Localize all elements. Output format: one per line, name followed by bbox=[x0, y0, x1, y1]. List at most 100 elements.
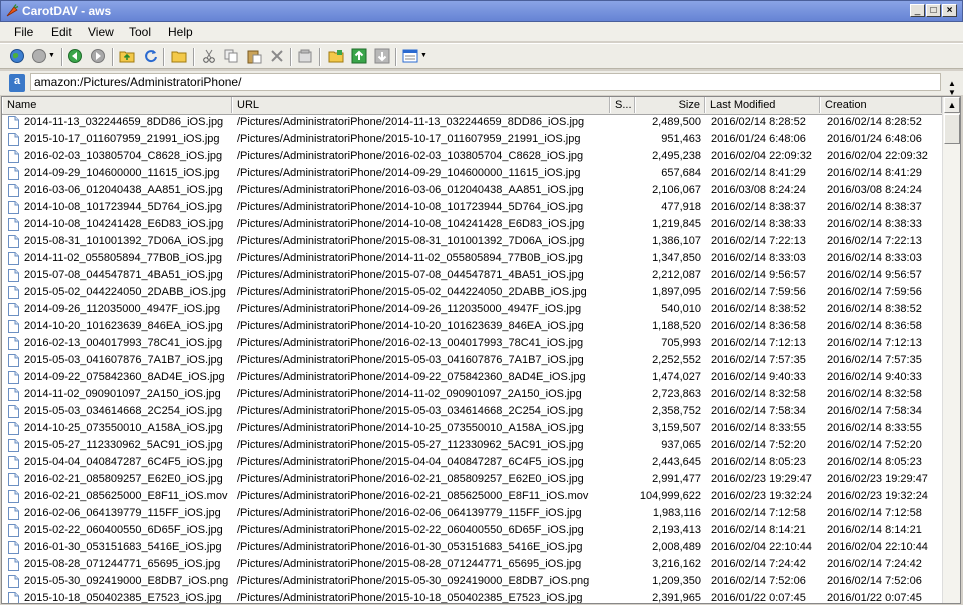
table-row[interactable]: 2015-05-30_092419000_E8DB7_iOS.png/Pictu… bbox=[2, 573, 942, 590]
menu-tool[interactable]: Tool bbox=[129, 25, 151, 39]
folder-green-icon[interactable] bbox=[328, 48, 344, 64]
table-row[interactable]: 2014-10-08_101723944_5D764_iOS.jpg/Pictu… bbox=[2, 199, 942, 216]
file-url: /Pictures/AdministratoriPhone/2014-10-20… bbox=[237, 320, 584, 332]
table-row[interactable]: 2015-02-22_060400550_6D65F_iOS.jpg/Pictu… bbox=[2, 522, 942, 539]
menu-file[interactable]: File bbox=[14, 25, 33, 39]
file-name: 2016-02-06_064139779_115FF_iOS.jpg bbox=[24, 507, 221, 519]
column-header-size[interactable]: Size bbox=[635, 97, 705, 113]
table-row[interactable]: 2016-02-03_103805704_C8628_iOS.jpg/Pictu… bbox=[2, 148, 942, 165]
file-rows: 2014-11-13_032244659_8DD86_iOS.jpg/Pictu… bbox=[2, 114, 942, 603]
file-size: 2,489,500 bbox=[652, 116, 701, 128]
table-row[interactable]: 2016-02-21_085625000_E8F11_iOS.mov/Pictu… bbox=[2, 488, 942, 505]
file-name: 2015-07-08_044547871_4BA51_iOS.jpg bbox=[24, 269, 223, 281]
paste-icon[interactable] bbox=[246, 48, 262, 64]
table-row[interactable]: 2014-09-26_112035000_4947F_iOS.jpg/Pictu… bbox=[2, 301, 942, 318]
file-size: 2,212,087 bbox=[652, 269, 701, 281]
file-url: /Pictures/AdministratoriPhone/2014-10-08… bbox=[237, 218, 585, 230]
file-icon bbox=[8, 422, 19, 435]
file-url: /Pictures/AdministratoriPhone/2015-05-30… bbox=[237, 575, 590, 587]
file-url: /Pictures/AdministratoriPhone/2015-07-08… bbox=[237, 269, 584, 281]
file-icon bbox=[8, 388, 19, 401]
file-icon bbox=[8, 507, 19, 520]
column-header-s[interactable]: S... bbox=[610, 97, 635, 113]
back-arrow-icon[interactable] bbox=[67, 48, 83, 64]
scroll-up-button[interactable]: ▲ bbox=[944, 97, 960, 113]
cut-scissors-icon[interactable] bbox=[201, 48, 217, 64]
menu-help[interactable]: Help bbox=[168, 25, 193, 39]
properties-icon[interactable] bbox=[297, 48, 313, 64]
file-name: 2015-10-17_011607959_21991_iOS.jpg bbox=[24, 133, 220, 145]
download-arrow-icon[interactable] bbox=[374, 48, 390, 64]
file-name: 2016-02-21_085809257_E62E0_iOS.jpg bbox=[24, 473, 223, 485]
table-row[interactable]: 2014-11-02_055805894_77B0B_iOS.jpg/Pictu… bbox=[2, 250, 942, 267]
close-button[interactable]: × bbox=[942, 4, 957, 17]
dropdown-arrow-icon[interactable]: ▼ bbox=[48, 52, 56, 68]
upload-arrow-icon[interactable] bbox=[351, 48, 367, 64]
vertical-scrollbar[interactable]: ▲ bbox=[942, 97, 960, 603]
table-row[interactable]: 2015-05-03_034614668_2C254_iOS.jpg/Pictu… bbox=[2, 403, 942, 420]
table-row[interactable]: 2014-09-29_104600000_11615_iOS.jpg/Pictu… bbox=[2, 165, 942, 182]
table-row[interactable]: 2015-08-31_101001392_7D06A_iOS.jpg/Pictu… bbox=[2, 233, 942, 250]
minimize-button[interactable]: _ bbox=[910, 4, 925, 17]
table-row[interactable]: 2015-05-02_044224050_2DABB_iOS.jpg/Pictu… bbox=[2, 284, 942, 301]
file-size: 1,983,116 bbox=[652, 507, 701, 519]
file-size: 1,209,350 bbox=[652, 575, 701, 587]
table-row[interactable]: 2014-11-02_090901097_2A150_iOS.jpg/Pictu… bbox=[2, 386, 942, 403]
table-row[interactable]: 2016-03-06_012040438_AA851_iOS.jpg/Pictu… bbox=[2, 182, 942, 199]
menu-view[interactable]: View bbox=[88, 25, 114, 39]
address-input[interactable] bbox=[30, 73, 941, 91]
file-creation: 2016/02/14 7:57:35 bbox=[827, 354, 922, 366]
table-row[interactable]: 2015-10-17_011607959_21991_iOS.jpg/Pictu… bbox=[2, 131, 942, 148]
copy-icon[interactable] bbox=[223, 48, 239, 64]
table-row[interactable]: 2014-10-25_073550010_A158A_iOS.jpg/Pictu… bbox=[2, 420, 942, 437]
file-name: 2015-04-04_040847287_6C4F5_iOS.jpg bbox=[24, 456, 223, 468]
table-row[interactable]: 2015-08-28_071244771_65695_iOS.jpg/Pictu… bbox=[2, 556, 942, 573]
file-url: /Pictures/AdministratoriPhone/2015-05-27… bbox=[237, 439, 584, 451]
file-last-modified: 2016/02/14 8:41:29 bbox=[711, 167, 806, 179]
forward-arrow-icon[interactable] bbox=[90, 48, 106, 64]
file-icon bbox=[8, 303, 19, 316]
column-header-last-modified[interactable]: Last Modified bbox=[705, 97, 820, 113]
up-folder-icon[interactable] bbox=[119, 48, 135, 64]
table-row[interactable]: 2015-04-04_040847287_6C4F5_iOS.jpg/Pictu… bbox=[2, 454, 942, 471]
table-row[interactable]: 2016-02-06_064139779_115FF_iOS.jpg/Pictu… bbox=[2, 505, 942, 522]
delete-x-icon[interactable] bbox=[269, 48, 285, 64]
file-url: /Pictures/AdministratoriPhone/2015-04-04… bbox=[237, 456, 584, 468]
file-name: 2016-01-30_053151683_5416E_iOS.jpg bbox=[24, 541, 222, 553]
table-row[interactable]: 2015-05-03_041607876_7A1B7_iOS.jpg/Pictu… bbox=[2, 352, 942, 369]
table-row[interactable]: 2015-07-08_044547871_4BA51_iOS.jpg/Pictu… bbox=[2, 267, 942, 284]
table-row[interactable]: 2014-10-20_101623639_846EA_iOS.jpg/Pictu… bbox=[2, 318, 942, 335]
table-row[interactable]: 2016-02-13_004017993_78C41_iOS.jpg/Pictu… bbox=[2, 335, 942, 352]
file-name: 2014-09-29_104600000_11615_iOS.jpg bbox=[24, 167, 220, 179]
file-creation: 2016/02/14 7:24:42 bbox=[827, 558, 922, 570]
refresh-icon[interactable] bbox=[143, 48, 159, 64]
view-mode-icon[interactable] bbox=[402, 48, 418, 64]
address-scroll-arrow-icon[interactable]: ▲ ▼ bbox=[948, 79, 958, 97]
file-icon bbox=[8, 558, 19, 571]
column-header-name[interactable]: Name bbox=[2, 97, 232, 113]
table-row[interactable]: 2015-05-27_112330962_5AC91_iOS.jpg/Pictu… bbox=[2, 437, 942, 454]
table-row[interactable]: 2015-10-18_050402385_E7523_iOS.jpg/Pictu… bbox=[2, 590, 942, 603]
column-header-creation[interactable]: Creation bbox=[820, 97, 942, 113]
file-last-modified: 2016/02/04 22:10:44 bbox=[711, 541, 812, 553]
connect-globe-icon[interactable] bbox=[9, 48, 25, 64]
file-size: 2,008,489 bbox=[652, 541, 701, 553]
scroll-thumb[interactable] bbox=[944, 114, 960, 144]
maximize-button[interactable]: □ bbox=[926, 4, 941, 17]
new-folder-icon[interactable] bbox=[171, 48, 187, 64]
disconnect-globe-icon[interactable] bbox=[31, 48, 47, 64]
file-last-modified: 2016/02/14 8:38:52 bbox=[711, 303, 806, 315]
view-dropdown-arrow-icon[interactable]: ▼ bbox=[420, 52, 428, 68]
table-row[interactable]: 2014-09-22_075842360_8AD4E_iOS.jpg/Pictu… bbox=[2, 369, 942, 386]
table-row[interactable]: 2016-02-21_085809257_E62E0_iOS.jpg/Pictu… bbox=[2, 471, 942, 488]
file-icon bbox=[8, 371, 19, 384]
file-name: 2015-05-30_092419000_E8DB7_iOS.png bbox=[24, 575, 229, 587]
menu-edit[interactable]: Edit bbox=[51, 25, 72, 39]
file-name: 2014-09-22_075842360_8AD4E_iOS.jpg bbox=[24, 371, 225, 383]
table-row[interactable]: 2014-11-13_032244659_8DD86_iOS.jpg/Pictu… bbox=[2, 114, 942, 131]
table-row[interactable]: 2016-01-30_053151683_5416E_iOS.jpg/Pictu… bbox=[2, 539, 942, 556]
table-row[interactable]: 2014-10-08_104241428_E6D83_iOS.jpg/Pictu… bbox=[2, 216, 942, 233]
file-last-modified: 2016/02/14 8:33:03 bbox=[711, 252, 806, 264]
file-creation: 2016/02/14 7:58:34 bbox=[827, 405, 922, 417]
column-header-url[interactable]: URL bbox=[232, 97, 610, 113]
